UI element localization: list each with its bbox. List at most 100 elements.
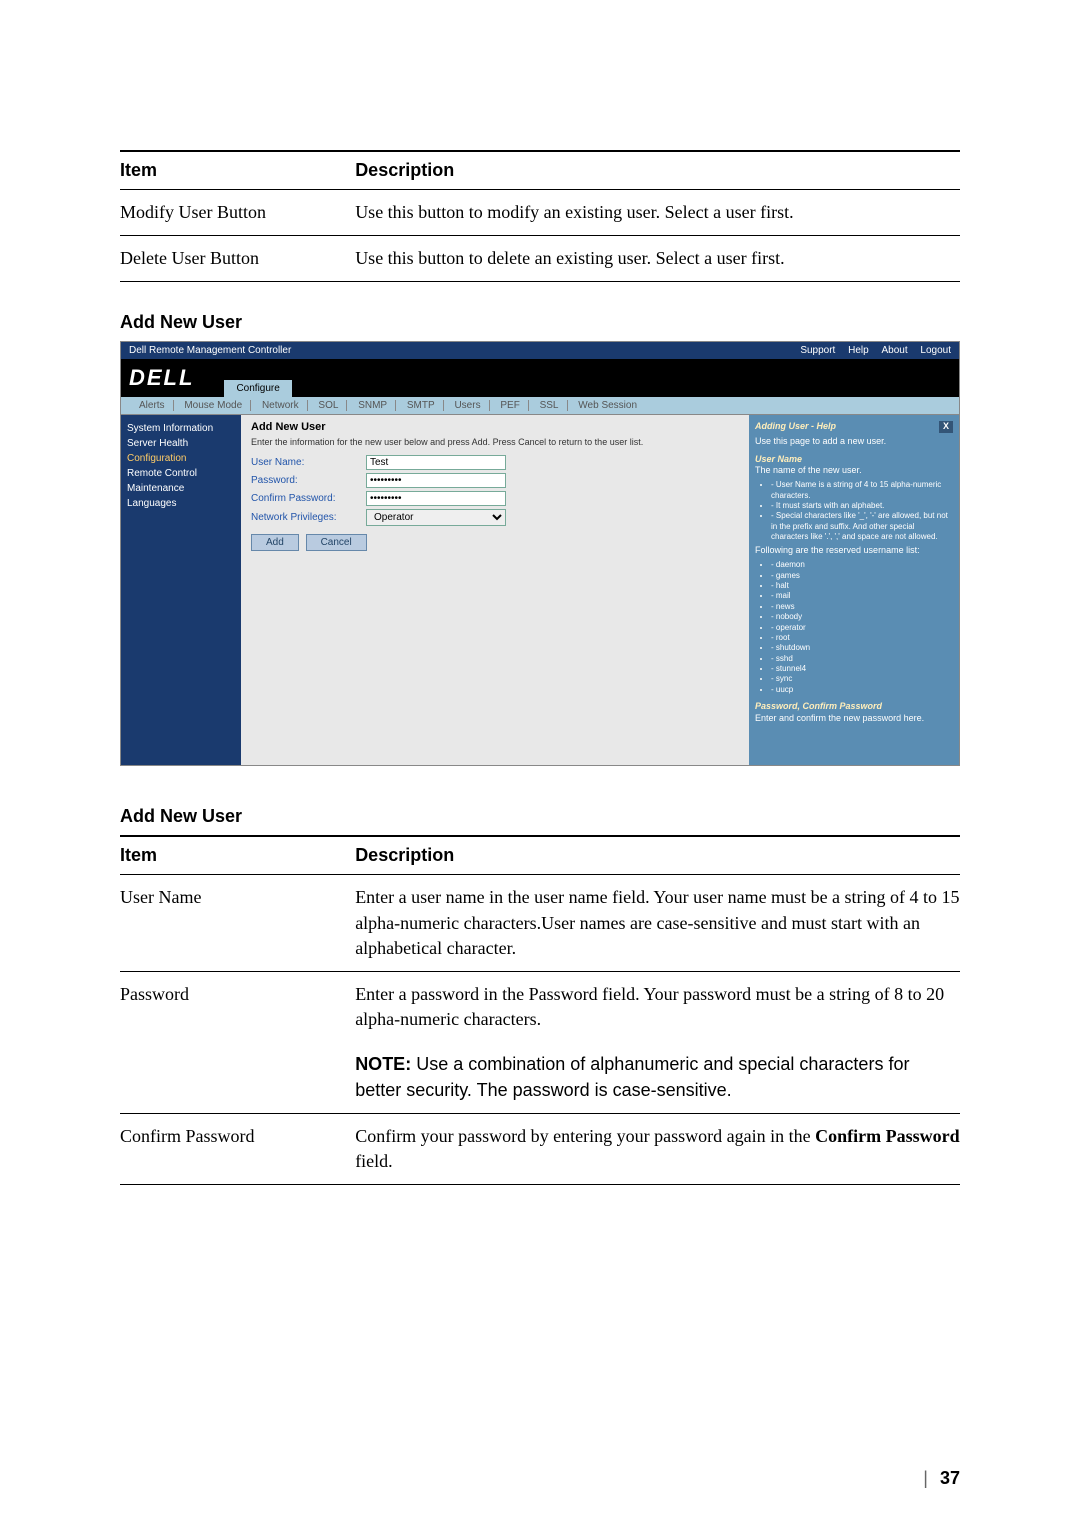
form-row-privileges: Network Privileges: Operator (251, 509, 739, 526)
table1-header-item: Item (120, 151, 355, 190)
ss-titlebar: Dell Remote Management Controller Suppor… (121, 342, 959, 359)
cell-item: Delete User Button (120, 236, 355, 282)
ss-header: DELL Configure (121, 359, 959, 397)
page-number-divider: | (923, 1468, 928, 1488)
ss-link-support[interactable]: Support (800, 345, 835, 356)
table-row: Delete User Button Use this button to de… (120, 236, 960, 282)
help-reserved-item: - nobody (771, 612, 953, 622)
help-reserved-item: - operator (771, 623, 953, 633)
sidebar-item-active[interactable]: Configuration (127, 451, 235, 466)
table-row: Password Enter a password in the Passwor… (120, 971, 960, 1042)
ss-subtab[interactable]: SOL (310, 400, 347, 411)
ss-help-panel: Adding User - Help X Use this page to ad… (749, 415, 959, 765)
help-reserved-item: - uucp (771, 685, 953, 695)
table-row: User Name Enter a user name in the user … (120, 875, 960, 972)
help-reserved-item: - root (771, 633, 953, 643)
ss-subtab[interactable]: SSL (532, 400, 568, 411)
ss-subtab[interactable]: SNMP (350, 400, 396, 411)
ss-subtab[interactable]: Alerts (131, 400, 174, 411)
help-reserved-intro: Following are the reserved username list… (755, 545, 953, 557)
cell-item: User Name (120, 875, 355, 972)
sidebar-item[interactable]: Languages (127, 496, 235, 511)
page-number-value: 37 (940, 1468, 960, 1488)
ss-main-tab[interactable]: Configure (224, 380, 291, 397)
help-intro: Use this page to add a new user. (755, 436, 953, 448)
sidebar-item[interactable]: Maintenance (127, 481, 235, 496)
ss-main-panel: Add New User Enter the information for t… (241, 415, 749, 765)
dell-logo: DELL (129, 365, 224, 397)
desc-prefix: Confirm your password by entering your p… (355, 1126, 815, 1146)
help-reserved-list: - daemon - games - halt - mail - news - … (771, 560, 953, 695)
add-user-fields-table: Item Description User Name Enter a user … (120, 835, 960, 1185)
ss-sidebar: System Information Server Health Configu… (121, 415, 241, 765)
help-reserved-item: - stunnel4 (771, 664, 953, 674)
confirm-password-label: Confirm Password: (251, 493, 366, 504)
ss-subtab[interactable]: PEF (492, 400, 528, 411)
help-password-desc: Enter and confirm the new password here. (755, 713, 953, 725)
ss-subtab[interactable]: Network (254, 400, 308, 411)
sidebar-item[interactable]: System Information (127, 421, 235, 436)
help-bullet: - User Name is a string of 4 to 15 alpha… (771, 480, 953, 501)
help-close-icon[interactable]: X (939, 421, 953, 433)
cell-note: NOTE: Use a combination of alphanumeric … (355, 1042, 960, 1113)
table-row: Modify User Button Use this button to mo… (120, 190, 960, 236)
buttons-description-table: Item Description Modify User Button Use … (120, 150, 960, 282)
ss-main-instruction: Enter the information for the new user b… (251, 437, 739, 447)
cell-item: Modify User Button (120, 190, 355, 236)
ss-link-about[interactable]: About (881, 345, 907, 356)
table1-header-desc: Description (355, 151, 960, 190)
username-label: User Name: (251, 457, 366, 468)
cell-desc: Enter a password in the Password field. … (355, 971, 960, 1042)
ss-main-title: Add New User (251, 421, 739, 433)
ss-titlebar-title: Dell Remote Management Controller (129, 345, 291, 356)
sidebar-item[interactable]: Server Health (127, 436, 235, 451)
cell-desc: Use this button to delete an existing us… (355, 236, 960, 282)
cancel-button[interactable]: Cancel (306, 534, 367, 551)
embedded-screenshot: Dell Remote Management Controller Suppor… (120, 341, 960, 766)
help-username-desc: The name of the new user. (755, 465, 953, 477)
desc-suffix: field. (355, 1151, 393, 1171)
ss-body: System Information Server Health Configu… (121, 415, 959, 765)
help-reserved-item: - shutdown (771, 643, 953, 653)
table2-header-item: Item (120, 836, 355, 875)
help-reserved-item: - sshd (771, 654, 953, 664)
cell-item: Password (120, 971, 355, 1042)
password-label: Password: (251, 475, 366, 486)
cell-item: Confirm Password (120, 1113, 355, 1184)
note-label: NOTE: (355, 1054, 411, 1074)
ss-subtab[interactable]: Users (446, 400, 489, 411)
password-input[interactable] (366, 473, 506, 488)
help-reserved-item: - sync (771, 674, 953, 684)
desc-bold: Confirm Password (815, 1126, 960, 1146)
ss-link-logout[interactable]: Logout (920, 345, 951, 356)
ss-subtab[interactable]: Web Session (570, 400, 645, 411)
ss-titlebar-links: Support Help About Logout (790, 345, 951, 356)
section-title-add-new-user: Add New User (120, 312, 960, 333)
form-row-password: Password: (251, 473, 739, 488)
help-bullet: - Special characters like '_', '-' are a… (771, 511, 953, 542)
username-input[interactable] (366, 455, 506, 470)
form-buttons: Add Cancel (251, 534, 739, 551)
table-row: Confirm Password Confirm your password b… (120, 1113, 960, 1184)
cell-desc: Enter a user name in the user name field… (355, 875, 960, 972)
ss-subtabs: Alerts Mouse Mode Network SOL SNMP SMTP … (121, 397, 959, 415)
help-reserved-item: - daemon (771, 560, 953, 570)
sidebar-item[interactable]: Remote Control (127, 466, 235, 481)
help-section-username: User Name (755, 454, 953, 466)
form-row-username: User Name: (251, 455, 739, 470)
cell-desc: Use this button to modify an existing us… (355, 190, 960, 236)
ss-subtab[interactable]: SMTP (399, 400, 444, 411)
confirm-password-input[interactable] (366, 491, 506, 506)
privileges-select[interactable]: Operator (366, 509, 506, 526)
help-bullet: - It must starts with an alphabet. (771, 501, 953, 511)
ss-subtab[interactable]: Mouse Mode (176, 400, 251, 411)
page-number: | 37 (923, 1468, 960, 1489)
note-text: Use a combination of alphanumeric and sp… (355, 1054, 909, 1099)
table-row-note: NOTE: Use a combination of alphanumeric … (120, 1042, 960, 1113)
help-username-rules: - User Name is a string of 4 to 15 alpha… (771, 480, 953, 542)
ss-link-help[interactable]: Help (848, 345, 869, 356)
help-title: Adding User - Help (755, 421, 836, 433)
privileges-label: Network Privileges: (251, 512, 366, 523)
cell-desc: Confirm your password by entering your p… (355, 1113, 960, 1184)
add-button[interactable]: Add (251, 534, 299, 551)
